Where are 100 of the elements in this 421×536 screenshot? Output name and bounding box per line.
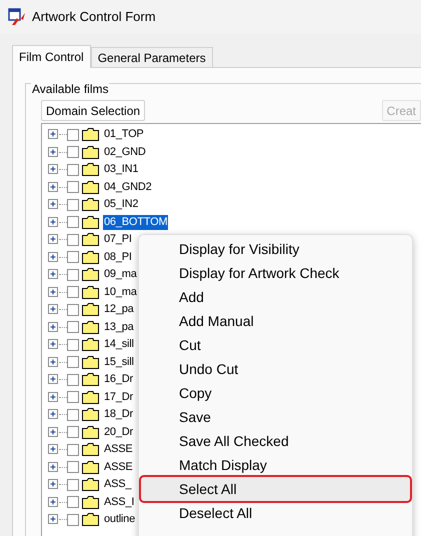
tree-item[interactable]: 06_BOTTOM [103,214,168,230]
expand-icon[interactable] [48,322,59,333]
checkbox[interactable] [67,286,79,298]
window-title: Artwork Control Form [32,8,156,26]
tree-item[interactable]: ASS_ [103,477,132,492]
tree-item[interactable]: 15_sill [103,354,135,370]
checkbox[interactable] [67,146,79,158]
menu-item[interactable]: Match Display [141,453,410,477]
menu-item[interactable]: Save All Checked [141,429,410,453]
expand-icon[interactable] [48,374,59,386]
folder-icon [82,338,99,352]
folder-icon [82,128,99,142]
tree-item[interactable]: 09_ma [103,267,138,282]
checkbox[interactable] [67,216,79,228]
expand-icon[interactable] [48,304,59,316]
folder-icon [82,373,99,386]
checkbox[interactable] [67,268,79,281]
folder-icon [82,443,99,456]
tree-item[interactable]: outline [103,512,136,528]
expand-icon[interactable] [48,444,59,456]
tree-item[interactable]: ASSE [103,442,134,458]
tree-item[interactable]: 05_IN2 [103,197,140,212]
menu-item[interactable]: Save [141,405,410,429]
tree-item[interactable]: 14_sill [103,337,135,352]
checkbox[interactable] [67,164,79,176]
menu-item[interactable]: Deselect All [141,501,410,525]
expand-icon[interactable] [48,164,59,176]
menu-item[interactable]: Add Manual [141,309,410,333]
checkbox[interactable] [67,478,79,491]
tab[interactable]: Film Control [12,45,91,68]
expand-icon[interactable] [48,269,59,280]
checkbox[interactable] [67,356,79,368]
expand-icon[interactable] [48,392,59,403]
folder-icon [82,460,99,474]
menu-item[interactable]: Select All [141,477,410,501]
checkbox[interactable] [67,444,79,456]
expand-icon[interactable] [48,146,59,158]
expand-icon[interactable] [48,182,59,193]
tree-item[interactable]: 17_Dr [103,390,134,405]
tree-item[interactable]: ASS_I [103,494,136,510]
checkbox[interactable] [67,461,79,474]
folder-icon [82,303,99,316]
tree-item[interactable]: 20_Dr [103,424,134,440]
tree-item[interactable]: 04_GND2 [103,180,153,195]
checkbox[interactable] [67,426,79,438]
folder-icon [82,426,99,439]
expand-icon[interactable] [48,496,59,508]
folder-icon [82,496,99,509]
checkbox[interactable] [67,304,79,316]
checkbox[interactable] [67,128,79,141]
checkbox[interactable] [67,181,79,194]
menu-item[interactable]: Display for Visibility [141,237,410,261]
expand-icon[interactable] [48,462,59,473]
checkbox[interactable] [67,321,79,334]
tree-item[interactable]: 18_Dr [103,407,134,422]
expand-icon[interactable] [48,234,59,246]
expand-icon[interactable] [48,199,59,210]
tree-item[interactable]: 10_ma [103,284,138,300]
tree-item[interactable]: ASSE [103,460,134,475]
menu-item[interactable]: Add [141,285,410,309]
checkbox[interactable] [67,338,79,351]
tree-item[interactable]: 03_IN1 [103,162,140,178]
expand-icon[interactable] [48,129,59,140]
tree-item[interactable]: 01_TOP [103,127,145,142]
app-icon [8,8,26,26]
tree-item[interactable]: 12_pa [103,302,135,318]
menu-item[interactable]: Copy [141,381,410,405]
checkbox[interactable] [67,374,79,386]
checkbox[interactable] [67,514,79,526]
checkbox[interactable] [67,251,79,264]
checkbox[interactable] [67,391,79,404]
expand-icon[interactable] [48,356,59,368]
expand-icon[interactable] [48,252,59,263]
folder-icon [82,390,99,404]
tree-item[interactable]: 08_PI [103,250,133,265]
tree-item[interactable]: 07_PI [103,232,133,248]
folder-icon [82,286,99,299]
expand-icon[interactable] [48,216,59,228]
expand-icon[interactable] [48,514,59,526]
checkbox[interactable] [67,496,79,508]
folder-icon [82,268,99,282]
tree-item[interactable]: 02_GND [103,144,147,160]
toolbar-button[interactable]: Domain Selection [41,100,146,121]
checkbox[interactable] [67,198,79,211]
menu-item[interactable]: Undo Cut [141,357,410,381]
checkbox[interactable] [67,234,79,246]
tree-item[interactable]: 16_Dr [103,372,134,388]
folder-icon [82,320,99,334]
expand-icon[interactable] [48,286,59,298]
expand-icon[interactable] [48,479,59,490]
menu-item[interactable]: Cut [141,333,410,357]
expand-icon[interactable] [48,339,59,350]
menu-item[interactable]: Display for Artwork Check [141,261,410,285]
expand-icon[interactable] [48,426,59,438]
expand-icon[interactable] [48,409,59,420]
folder-icon [82,163,99,176]
checkbox[interactable] [67,408,79,421]
tab[interactable]: General Parameters [90,47,213,67]
folder-icon [82,180,99,194]
tree-item[interactable]: 13_pa [103,320,135,335]
